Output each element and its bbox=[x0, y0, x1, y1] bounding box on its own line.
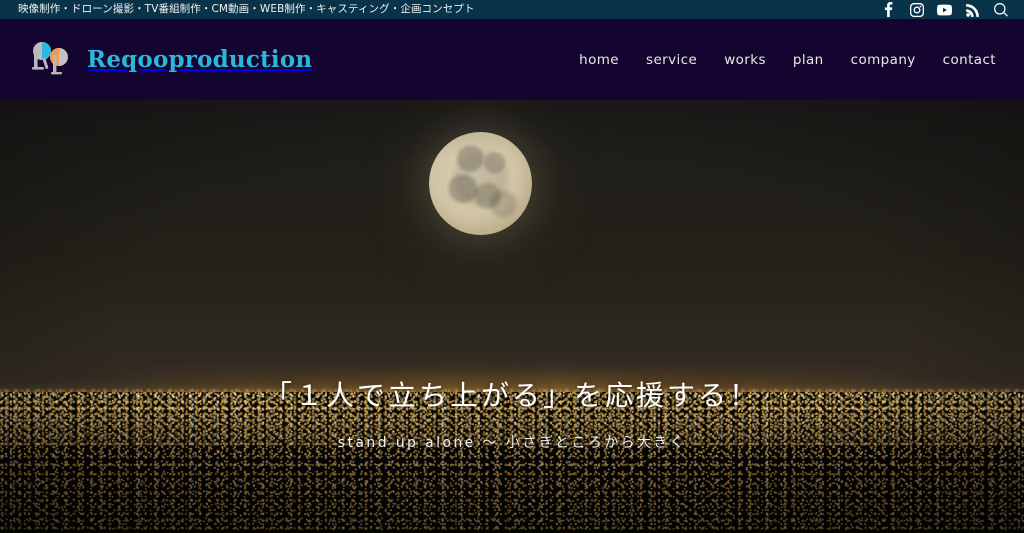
logo-mark-icon bbox=[26, 34, 78, 86]
nav-item-works[interactable]: works bbox=[724, 52, 766, 68]
hero-subtitle: stand up alone 〜 小さきところから大きく bbox=[337, 435, 687, 451]
nav-item-contact[interactable]: contact bbox=[943, 52, 996, 68]
instagram-icon[interactable] bbox=[909, 2, 924, 17]
site-tagline: 映像制作・ドローン撮影・TV番組制作・CM動画・WEB制作・キャスティング・企画… bbox=[18, 3, 475, 15]
moon-icon bbox=[429, 132, 532, 235]
top-utility-bar: 映像制作・ドローン撮影・TV番組制作・CM動画・WEB制作・キャスティング・企画… bbox=[0, 0, 1024, 19]
nav-item-company[interactable]: company bbox=[851, 52, 916, 68]
hero-section: 「１人で立ち上がる」を応援する！ stand up alone 〜 小さきところ… bbox=[0, 100, 1024, 533]
facebook-icon[interactable] bbox=[881, 2, 896, 17]
site-header: Reqooproduction home service works plan … bbox=[0, 19, 1024, 100]
youtube-icon[interactable] bbox=[937, 2, 952, 17]
rss-icon[interactable] bbox=[965, 2, 980, 17]
search-icon[interactable] bbox=[993, 2, 1008, 17]
reqoo-logo-glyph bbox=[32, 41, 68, 74]
hero-title: 「１人で立ち上がる」を応援する！ bbox=[263, 379, 760, 412]
site-title: Reqooproduction bbox=[87, 46, 313, 73]
rss-glyph bbox=[965, 3, 979, 17]
facebook-glyph bbox=[884, 2, 893, 17]
nav-item-home[interactable]: home bbox=[579, 52, 619, 68]
nav-item-plan[interactable]: plan bbox=[793, 52, 824, 68]
nav-item-service[interactable]: service bbox=[646, 52, 697, 68]
main-navigation: home service works plan company contact bbox=[579, 52, 1002, 68]
page-root: 映像制作・ドローン撮影・TV番組制作・CM動画・WEB制作・キャスティング・企画… bbox=[0, 0, 1024, 533]
youtube-glyph bbox=[937, 4, 952, 15]
site-logo[interactable]: Reqooproduction bbox=[26, 34, 312, 86]
social-links bbox=[881, 2, 1014, 17]
instagram-glyph bbox=[909, 2, 924, 17]
hero-copy: 「１人で立ち上がる」を応援する！ stand up alone 〜 小さきところ… bbox=[0, 378, 1024, 452]
search-glyph bbox=[993, 2, 1008, 17]
